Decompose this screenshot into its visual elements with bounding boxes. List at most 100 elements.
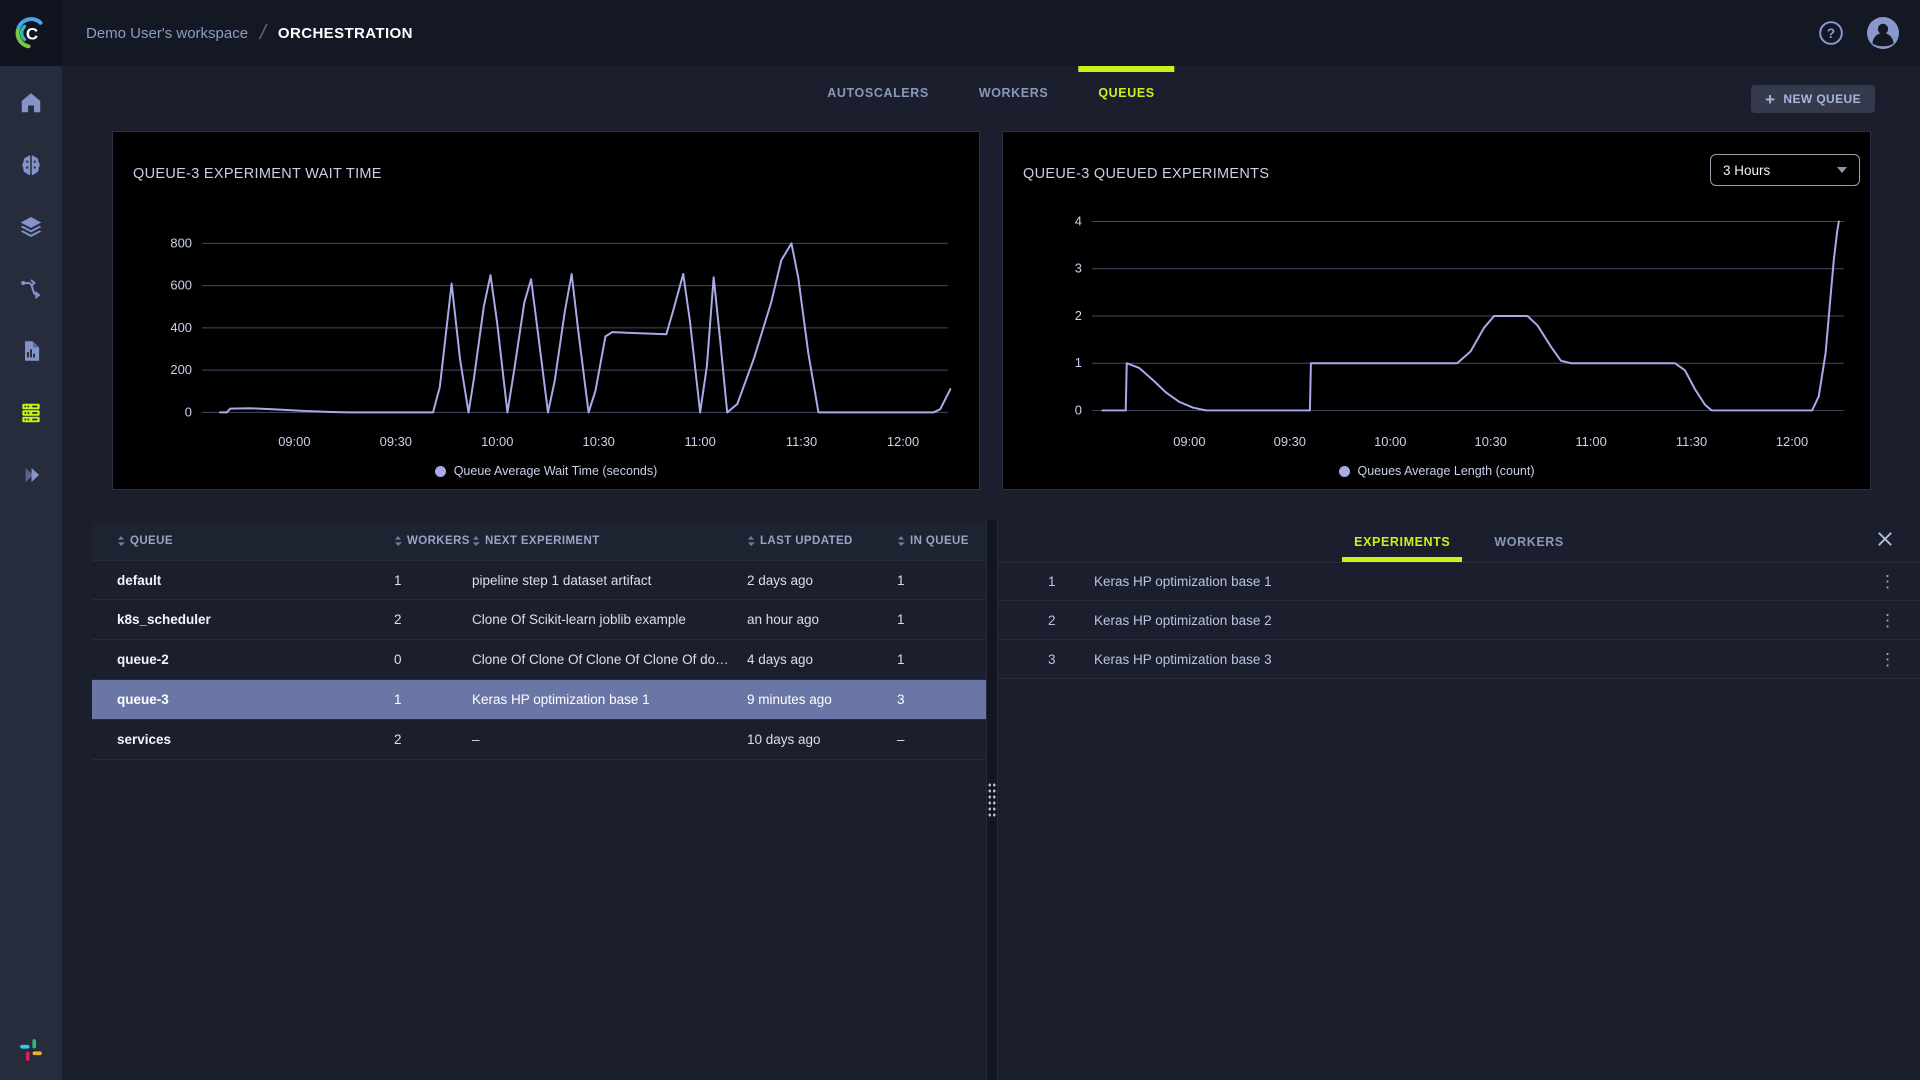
avatar[interactable] bbox=[1866, 16, 1900, 50]
svg-text:10:30: 10:30 bbox=[1475, 434, 1507, 449]
sidebar-item-applications[interactable] bbox=[0, 444, 62, 506]
queue-table-head: QUEUEWORKERSNEXT EXPERIMENTLAST UPDATEDI… bbox=[92, 522, 986, 560]
orchestration-icon bbox=[18, 400, 44, 426]
experiment-row[interactable]: 3Keras HP optimization base 3⋮ bbox=[998, 640, 1920, 679]
projects-icon bbox=[18, 152, 44, 178]
queue-row-services[interactable]: services2–10 days ago– bbox=[92, 720, 986, 760]
table-cell: 3 bbox=[897, 692, 986, 707]
svg-text:12:00: 12:00 bbox=[887, 434, 919, 449]
close-icon bbox=[1876, 530, 1894, 548]
experiment-row[interactable]: 1 Keras HP optimization base 1 ⋮ bbox=[998, 562, 1920, 601]
panel-splitter[interactable] bbox=[986, 520, 998, 1080]
chart-legend: Queue Average Wait Time (seconds) bbox=[113, 464, 979, 478]
column-header-workers[interactable]: WORKERS bbox=[394, 535, 472, 547]
new-queue-button[interactable]: + NEW QUEUE bbox=[1751, 85, 1875, 113]
table-cell: an hour ago bbox=[747, 612, 897, 627]
table-cell: 1 bbox=[897, 652, 986, 667]
clearml-logo-icon: C bbox=[11, 13, 51, 53]
column-header-in-queue[interactable]: IN QUEUE bbox=[897, 535, 986, 547]
svg-text:C: C bbox=[26, 25, 38, 44]
svg-text:11:30: 11:30 bbox=[1676, 434, 1707, 449]
sidebar-item-reports[interactable] bbox=[0, 320, 62, 382]
table-cell: Clone Of Clone Of Clone Of Clone Of do… bbox=[472, 652, 747, 667]
sidebar-item-home[interactable] bbox=[0, 72, 62, 134]
column-header-queue[interactable]: QUEUE bbox=[117, 535, 394, 547]
experiment-row[interactable]: 2 Keras HP optimization base 2 ⋮ bbox=[998, 601, 1920, 640]
tab-workers[interactable]: WORKERS bbox=[979, 66, 1048, 120]
applications-icon bbox=[18, 462, 44, 488]
svg-text:600: 600 bbox=[170, 278, 192, 293]
svg-text:11:00: 11:00 bbox=[1575, 434, 1606, 449]
tab-autoscalers[interactable]: AUTOSCALERS bbox=[827, 66, 929, 120]
help-button[interactable]: ? bbox=[1818, 20, 1844, 46]
svg-text:10:00: 10:00 bbox=[481, 434, 513, 449]
breadcrumb-workspace[interactable]: Demo User's workspace bbox=[86, 25, 248, 42]
table-cell: Keras HP optimization base 1 bbox=[472, 692, 747, 707]
queue-detail-panel: EXPERIMENTS WORKERS 1 Keras HP optimizatio… bbox=[998, 522, 1920, 679]
table-cell: k8s_scheduler bbox=[117, 612, 394, 627]
svg-text:09:30: 09:30 bbox=[380, 434, 412, 449]
svg-text:4: 4 bbox=[1075, 213, 1082, 228]
experiment-index: 2 bbox=[1048, 613, 1084, 628]
help-icon: ? bbox=[1818, 20, 1844, 46]
legend-label: Queue Average Wait Time (seconds) bbox=[454, 464, 658, 478]
breadcrumb-separator: / bbox=[258, 21, 269, 45]
close-panel-button[interactable] bbox=[1876, 530, 1894, 548]
kebab-menu-icon[interactable]: ⋮ bbox=[1875, 612, 1900, 629]
breadcrumb-page-title: ORCHESTRATION bbox=[278, 25, 413, 42]
wait-time-chart-card: QUEUE-3 EXPERIMENT WAIT TIME 02004006008… bbox=[112, 131, 980, 490]
kebab-menu-icon[interactable]: ⋮ bbox=[1875, 651, 1900, 668]
table-cell: pipeline step 1 dataset artifact bbox=[472, 573, 747, 588]
queue-row-queue-3[interactable]: queue-31Keras HP optimization base 19 mi… bbox=[92, 680, 986, 720]
svg-text:11:30: 11:30 bbox=[786, 434, 817, 449]
table-cell: – bbox=[472, 732, 747, 747]
svg-text:2: 2 bbox=[1075, 308, 1082, 323]
slack-icon bbox=[18, 1037, 44, 1068]
table-cell: 2 days ago bbox=[747, 573, 897, 588]
svg-text:0: 0 bbox=[185, 404, 192, 419]
reports-icon bbox=[18, 338, 44, 364]
column-header-next-experiment[interactable]: NEXT EXPERIMENT bbox=[472, 535, 747, 547]
panel-tabs: EXPERIMENTS WORKERS bbox=[998, 522, 1920, 562]
experiment-index: 1 bbox=[1048, 574, 1084, 589]
experiment-name: Keras HP optimization base 2 bbox=[1094, 613, 1272, 628]
sidebar-item-pipelines[interactable] bbox=[0, 258, 62, 320]
sort-icon bbox=[472, 535, 480, 547]
legend-dot-icon bbox=[1339, 466, 1350, 477]
sort-icon bbox=[897, 535, 905, 547]
table-cell: – bbox=[897, 732, 986, 747]
svg-text:09:30: 09:30 bbox=[1274, 434, 1306, 449]
new-queue-label: NEW QUEUE bbox=[1783, 92, 1861, 106]
pipelines-icon bbox=[18, 276, 44, 302]
sidebar-item-datasets[interactable] bbox=[0, 196, 62, 258]
clearml-logo[interactable]: C bbox=[0, 0, 62, 66]
legend-label: Queues Average Length (count) bbox=[1358, 464, 1535, 478]
queue-row-k8s_scheduler[interactable]: k8s_scheduler2Clone Of Scikit-learn jobl… bbox=[92, 600, 986, 640]
tab-queues[interactable]: QUEUES bbox=[1098, 66, 1154, 120]
queued-experiments-chart-card: QUEUE-3 QUEUED EXPERIMENTS 3 Hours 01234… bbox=[1002, 131, 1871, 490]
table-cell: default bbox=[117, 573, 394, 588]
svg-text:11:00: 11:00 bbox=[684, 434, 715, 449]
queue-row-default[interactable]: default 1 pipeline step 1 dataset artifact… bbox=[92, 560, 986, 600]
table-cell: 9 minutes ago bbox=[747, 692, 897, 707]
panel-tab-workers[interactable]: WORKERS bbox=[1494, 522, 1563, 562]
table-cell: Clone Of Scikit-learn joblib example bbox=[472, 612, 747, 627]
chart-legend: Queues Average Length (count) bbox=[1003, 464, 1870, 478]
sidebar-item-projects[interactable] bbox=[0, 134, 62, 196]
table-cell: 2 bbox=[394, 612, 472, 627]
datasets-icon bbox=[18, 214, 44, 240]
svg-text:3: 3 bbox=[1075, 261, 1082, 276]
sort-icon bbox=[394, 535, 402, 547]
experiment-name: Keras HP optimization base 1 bbox=[1094, 574, 1272, 589]
sidebar-item-orchestration[interactable] bbox=[0, 382, 62, 444]
queue-row-queue-2[interactable]: queue-20Clone Of Clone Of Clone Of Clone… bbox=[92, 640, 986, 680]
table-cell: queue-2 bbox=[117, 652, 394, 667]
panel-tab-experiments[interactable]: EXPERIMENTS bbox=[1354, 522, 1450, 562]
table-cell: services bbox=[117, 732, 394, 747]
kebab-menu-icon[interactable]: ⋮ bbox=[1875, 573, 1900, 590]
sidebar: C bbox=[0, 0, 62, 1080]
column-header-last-updated[interactable]: LAST UPDATED bbox=[747, 535, 897, 547]
sidebar-item-slack[interactable] bbox=[0, 1037, 62, 1068]
svg-text:?: ? bbox=[1827, 26, 1835, 41]
table-cell: 1 bbox=[897, 573, 986, 588]
